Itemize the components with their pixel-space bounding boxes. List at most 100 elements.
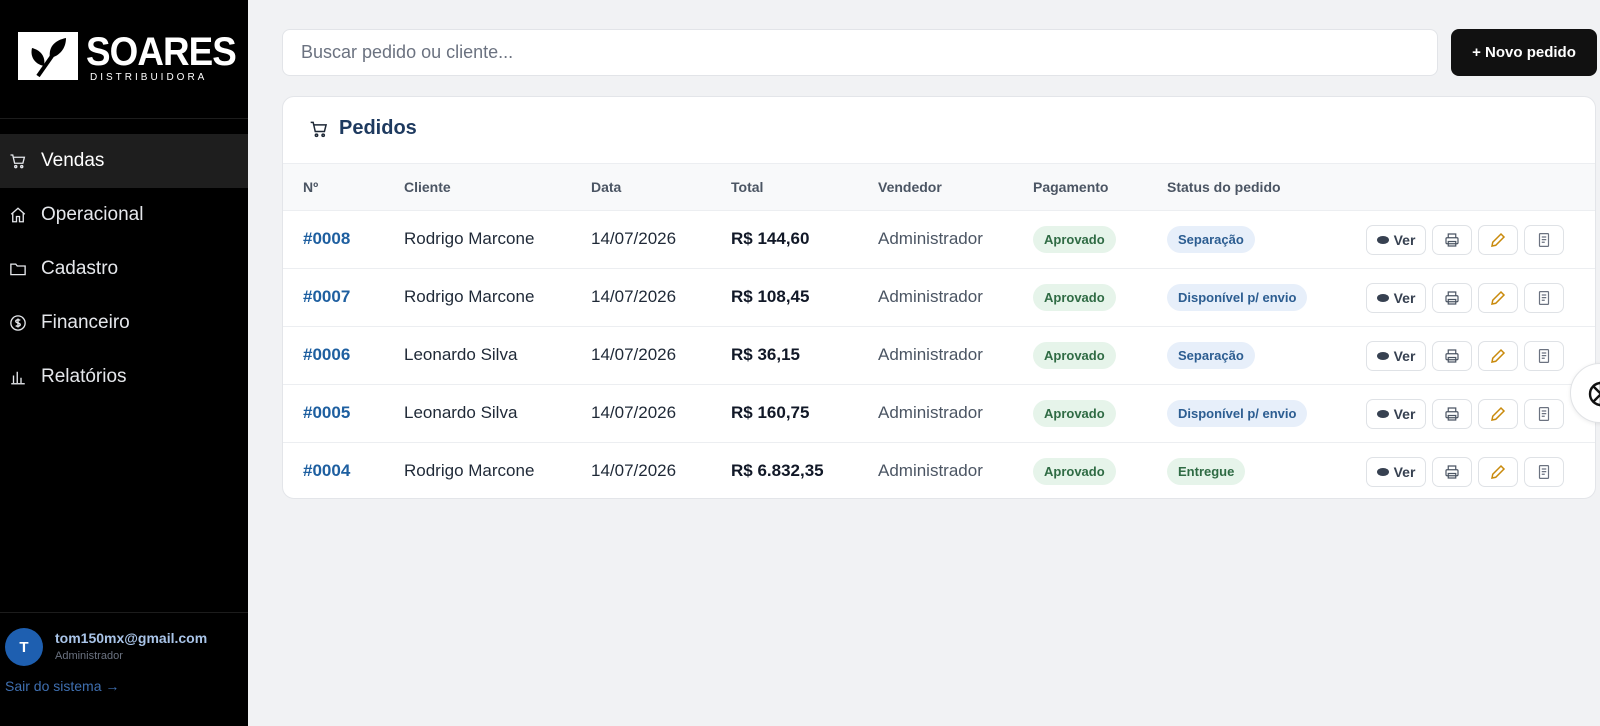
sidebar-item-vendas[interactable]: Vendas bbox=[0, 134, 248, 188]
column-header-status[interactable]: Status do pedido bbox=[1167, 179, 1281, 195]
document-icon bbox=[1538, 465, 1550, 479]
eye-icon bbox=[1376, 236, 1389, 244]
sidebar-item-cadastro[interactable]: Cadastro bbox=[0, 242, 248, 296]
eye-icon bbox=[1376, 294, 1389, 302]
column-header-cliente[interactable]: Cliente bbox=[404, 179, 451, 195]
sidebar: SOARES DISTRIBUIDORA Vendas Operacional … bbox=[0, 0, 248, 726]
sidebar-nav: Vendas Operacional Cadastro Financeiro R… bbox=[0, 134, 248, 404]
order-seller: Administrador bbox=[878, 287, 983, 306]
document-button[interactable] bbox=[1524, 225, 1564, 255]
column-header-pagamento[interactable]: Pagamento bbox=[1033, 179, 1108, 195]
status-badge: Separação bbox=[1167, 342, 1255, 369]
column-header-data[interactable]: Data bbox=[591, 179, 621, 195]
row-actions: Ver bbox=[1366, 341, 1564, 371]
page-title: Pedidos bbox=[339, 117, 417, 139]
order-client: Leonardo Silva bbox=[404, 403, 518, 422]
order-number-link[interactable]: #0007 bbox=[303, 287, 350, 307]
avatar[interactable]: T bbox=[5, 628, 43, 666]
new-order-button[interactable]: + Novo pedido bbox=[1451, 29, 1597, 76]
row-actions: Ver bbox=[1366, 225, 1564, 255]
sidebar-item-label: Vendas bbox=[41, 150, 105, 171]
status-badge: Disponível p/ envio bbox=[1167, 284, 1308, 311]
cart-icon bbox=[8, 151, 28, 171]
column-header-total[interactable]: Total bbox=[731, 179, 763, 195]
printer-icon bbox=[1445, 291, 1459, 305]
brand-name: SOARES bbox=[86, 30, 237, 74]
order-total: R$ 144,60 bbox=[731, 229, 810, 248]
order-number-link[interactable]: #0008 bbox=[303, 229, 350, 249]
order-client: Rodrigo Marcone bbox=[404, 229, 535, 248]
row-actions: Ver bbox=[1366, 457, 1564, 487]
document-button[interactable] bbox=[1524, 283, 1564, 313]
edit-button[interactable] bbox=[1478, 457, 1518, 487]
sidebar-item-label: Relatórios bbox=[41, 366, 127, 387]
order-client: Rodrigo Marcone bbox=[404, 287, 535, 306]
row-actions: Ver bbox=[1366, 283, 1564, 313]
order-date: 14/07/2026 bbox=[591, 403, 677, 422]
sidebar-item-operacional[interactable]: Operacional bbox=[0, 188, 248, 242]
user-email: tom150mx@gmail.com bbox=[55, 630, 208, 646]
view-button[interactable]: Ver bbox=[1366, 457, 1426, 487]
bar-chart-icon bbox=[8, 367, 28, 387]
printer-icon bbox=[1445, 465, 1459, 479]
pencil-icon bbox=[1491, 232, 1506, 247]
edit-button[interactable] bbox=[1478, 399, 1518, 429]
print-button[interactable] bbox=[1432, 225, 1472, 255]
print-button[interactable] bbox=[1432, 399, 1472, 429]
order-date: 14/07/2026 bbox=[591, 229, 677, 248]
edit-button[interactable] bbox=[1478, 225, 1518, 255]
edit-button[interactable] bbox=[1478, 283, 1518, 313]
sidebar-item-relatorios[interactable]: Relatórios bbox=[0, 350, 248, 404]
assistant-knot-icon bbox=[1588, 381, 1600, 407]
sidebar-divider bbox=[0, 612, 248, 613]
order-seller: Administrador bbox=[878, 403, 983, 422]
order-number-link[interactable]: #0004 bbox=[303, 461, 350, 481]
print-button[interactable] bbox=[1432, 283, 1472, 313]
status-badge: Entregue bbox=[1167, 458, 1246, 485]
view-button[interactable]: Ver bbox=[1366, 341, 1426, 371]
order-number-link[interactable]: #0005 bbox=[303, 403, 350, 423]
eye-icon bbox=[1376, 410, 1389, 418]
print-button[interactable] bbox=[1432, 341, 1472, 371]
home-icon bbox=[8, 205, 28, 225]
brand-logo[interactable]: SOARES DISTRIBUIDORA bbox=[18, 30, 237, 90]
row-actions: Ver bbox=[1366, 399, 1564, 429]
edit-button[interactable] bbox=[1478, 341, 1518, 371]
folder-icon bbox=[8, 259, 28, 279]
logout-link[interactable]: Sair do sistema → bbox=[5, 678, 119, 694]
order-seller: Administrador bbox=[878, 461, 983, 480]
document-button[interactable] bbox=[1524, 341, 1564, 371]
user-role: Administrador bbox=[55, 650, 123, 662]
printer-icon bbox=[1445, 407, 1459, 421]
print-button[interactable] bbox=[1432, 457, 1472, 487]
table-row: #0008 Rodrigo Marcone 14/07/2026 R$ 144,… bbox=[283, 211, 1595, 269]
order-client: Leonardo Silva bbox=[404, 345, 518, 364]
order-total: R$ 108,45 bbox=[731, 287, 810, 306]
order-seller: Administrador bbox=[878, 345, 983, 364]
pencil-icon bbox=[1491, 348, 1506, 363]
view-label: Ver bbox=[1393, 406, 1416, 422]
table-row: #0005 Leonardo Silva 14/07/2026 R$ 160,7… bbox=[283, 385, 1595, 443]
document-button[interactable] bbox=[1524, 457, 1564, 487]
table-row: #0006 Leonardo Silva 14/07/2026 R$ 36,15… bbox=[283, 327, 1595, 385]
column-header-num[interactable]: Nº bbox=[303, 179, 318, 195]
order-total: R$ 6.832,35 bbox=[731, 461, 824, 480]
view-label: Ver bbox=[1393, 290, 1416, 306]
eye-icon bbox=[1376, 352, 1389, 360]
search-input[interactable] bbox=[282, 29, 1438, 76]
pencil-icon bbox=[1491, 406, 1506, 421]
sidebar-item-financeiro[interactable]: Financeiro bbox=[0, 296, 248, 350]
order-date: 14/07/2026 bbox=[591, 287, 677, 306]
pencil-icon bbox=[1491, 290, 1506, 305]
eye-icon bbox=[1376, 468, 1389, 476]
sidebar-item-label: Cadastro bbox=[41, 258, 119, 279]
order-number-link[interactable]: #0006 bbox=[303, 345, 350, 365]
view-button[interactable]: Ver bbox=[1366, 225, 1426, 255]
document-button[interactable] bbox=[1524, 399, 1564, 429]
sidebar-divider bbox=[0, 118, 248, 119]
order-seller: Administrador bbox=[878, 229, 983, 248]
view-button[interactable]: Ver bbox=[1366, 283, 1426, 313]
document-icon bbox=[1538, 291, 1550, 305]
view-button[interactable]: Ver bbox=[1366, 399, 1426, 429]
column-header-vendedor[interactable]: Vendedor bbox=[878, 179, 942, 195]
